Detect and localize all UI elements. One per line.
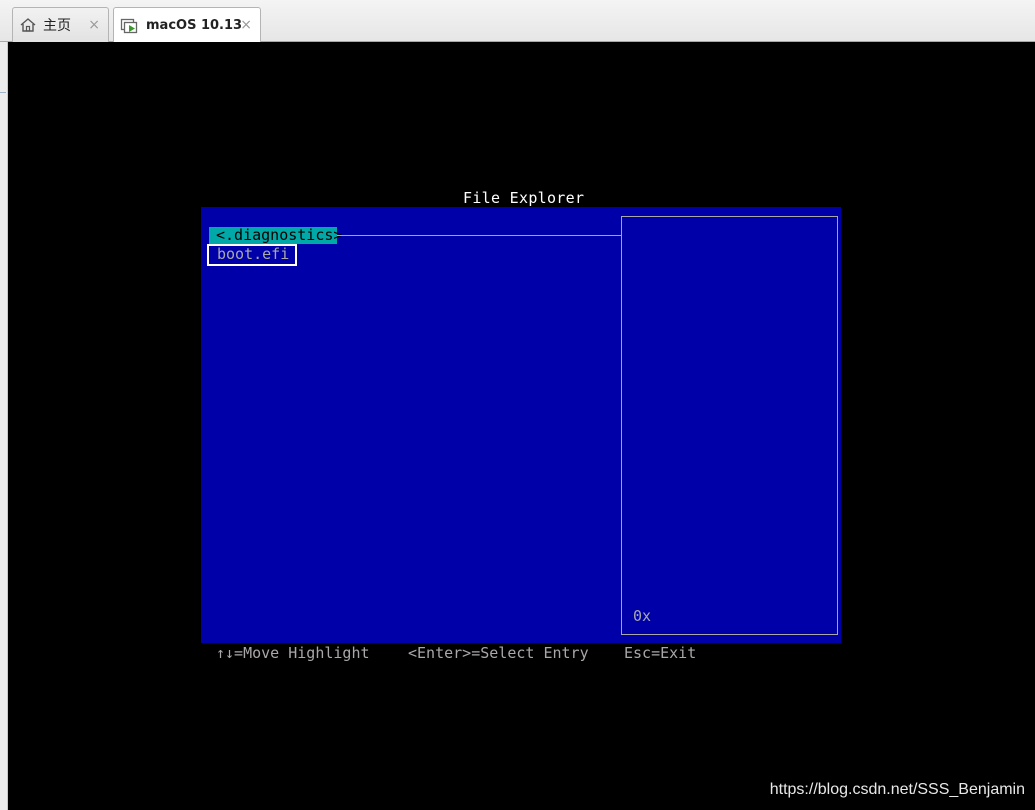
tab-macos[interactable]: macOS 10.13 × bbox=[113, 7, 261, 43]
entry-boot-efi[interactable]: boot.efi bbox=[207, 244, 297, 266]
tab-macos-close-icon[interactable]: × bbox=[240, 17, 252, 33]
hint-select: <Enter>=Select Entry bbox=[408, 644, 589, 662]
hint-exit: Esc=Exit bbox=[624, 644, 697, 662]
tab-home[interactable]: 主页 × bbox=[12, 7, 109, 42]
key-hints: ↑↓=Move Highlight <Enter>=Select Entry E… bbox=[216, 644, 836, 664]
entry-diagnostics[interactable]: <.diagnostics> bbox=[209, 227, 342, 244]
tab-macos-label: macOS 10.13 bbox=[146, 18, 243, 33]
entry-connector-line bbox=[337, 235, 621, 236]
vm-icon bbox=[120, 17, 140, 35]
home-icon bbox=[19, 16, 37, 34]
sidebar-edge-mark bbox=[0, 92, 6, 93]
file-explorer-title: File Explorer bbox=[463, 189, 585, 207]
entry-info-value: 0x bbox=[633, 607, 652, 625]
tab-bar: 主页 × macOS 10.13 × bbox=[0, 0, 1035, 43]
tab-home-label: 主页 bbox=[43, 18, 71, 34]
vm-console-screen[interactable]: File Explorer <.diagnostics> boot.efi 0x… bbox=[8, 42, 1035, 810]
entry-info-box: 0x bbox=[621, 216, 838, 635]
watermark: https://blog.csdn.net/SSS_Benjamin bbox=[769, 781, 1025, 798]
left-sidebar-edge bbox=[0, 42, 8, 810]
tab-home-close-icon[interactable]: × bbox=[88, 17, 100, 33]
hint-move: ↑↓=Move Highlight bbox=[216, 644, 370, 662]
file-explorer-panel: <.diagnostics> boot.efi 0x bbox=[201, 207, 841, 643]
